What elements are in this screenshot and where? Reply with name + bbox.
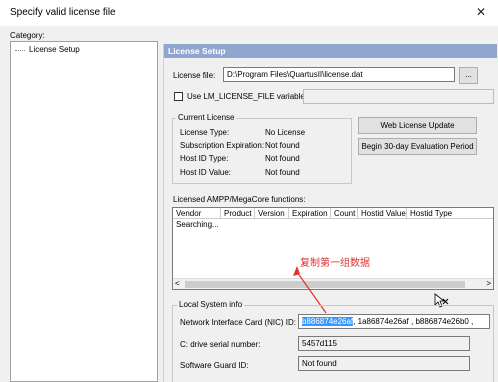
drive-serial-label: C: drive serial number: — [180, 340, 261, 349]
nic-rest-text: , 1a86874e26af , b886874e26b0 , — [353, 317, 474, 326]
nic-selected-text: b886874e26af — [302, 317, 354, 326]
nic-label: Network Interface Card (NIC) ID: — [180, 318, 297, 327]
drive-serial-field[interactable]: 5457d115 — [298, 336, 470, 351]
software-guard-field[interactable]: Not found — [298, 356, 470, 371]
nic-field[interactable]: b886874e26af, 1a86874e26af , b886874e26b… — [298, 314, 490, 329]
local-system-legend: Local System info — [177, 300, 245, 309]
software-guard-label: Software Guard ID: — [180, 361, 249, 370]
